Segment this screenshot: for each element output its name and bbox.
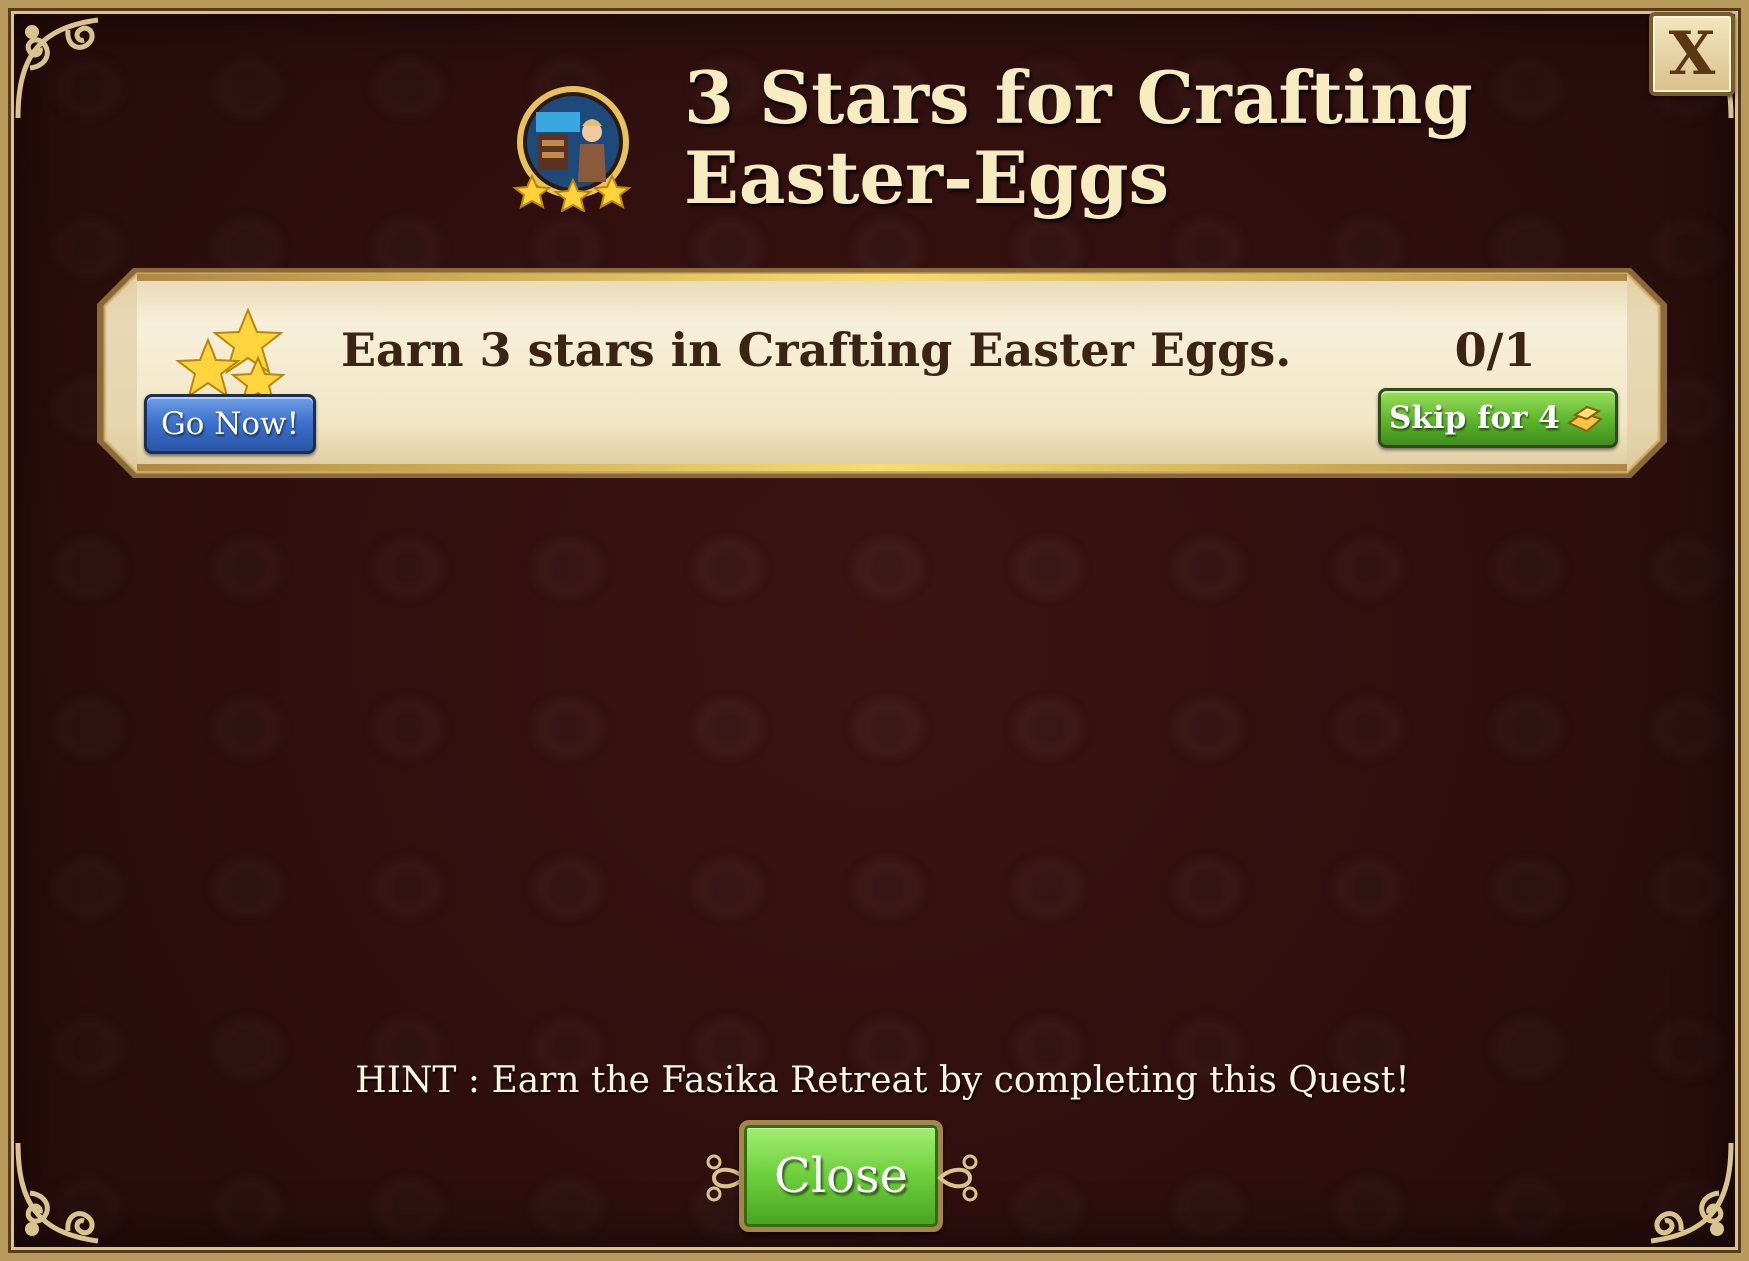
crafting-quest-badge-icon — [508, 82, 638, 213]
flourish-ornament — [937, 1154, 978, 1202]
quest-hint: HINT : Earn the Fasika Retreat by comple… — [355, 1060, 1410, 1101]
quest-title-line-2: Easter-Eggs — [684, 135, 1170, 220]
stars-icon — [168, 307, 298, 408]
corner-ornament — [1621, 1133, 1741, 1253]
close-button-group: Close — [704, 1120, 980, 1236]
close-x-button[interactable]: X — [1649, 12, 1735, 96]
quest-title: 3 Stars for Crafting Easter-Eggs — [684, 58, 1584, 218]
task-description: Earn 3 stars in Crafting Easter Eggs. — [341, 323, 1292, 377]
skip-button[interactable]: Skip for 4 — [1378, 388, 1618, 448]
task-progress: 0/1 — [1454, 323, 1536, 377]
quest-dialog: X 3 Stars for Crafting Easter-Eggs Earn … — [0, 0, 1749, 1261]
gold-bar-icon — [1566, 405, 1603, 433]
corner-ornament — [8, 8, 128, 128]
skip-button-label: Skip for 4 — [1389, 400, 1560, 436]
quest-title-line-1: 3 Stars for Crafting — [684, 55, 1473, 140]
close-button[interactable]: Close — [739, 1120, 943, 1232]
corner-ornament — [8, 1133, 128, 1253]
go-now-button[interactable]: Go Now! — [144, 394, 316, 454]
